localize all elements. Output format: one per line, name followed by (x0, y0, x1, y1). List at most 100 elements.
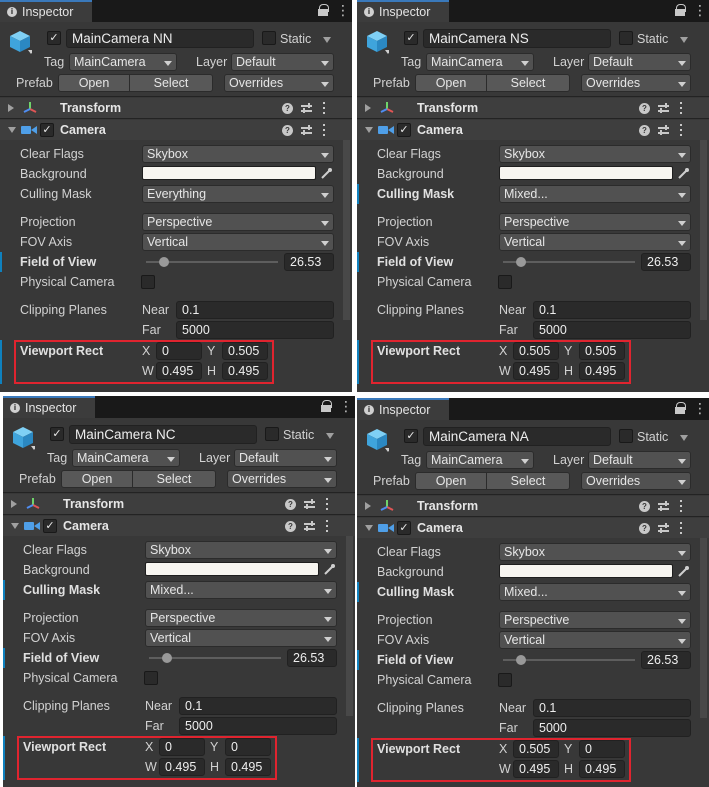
scrollbar[interactable] (346, 536, 353, 716)
fov-axis-dropdown[interactable]: Vertical (145, 629, 337, 647)
scrollbar[interactable] (700, 140, 707, 320)
menu-icon[interactable]: ⋮ (336, 2, 350, 18)
layer-dropdown[interactable]: Default (234, 449, 337, 467)
inspector-tab[interactable]: i Inspector (0, 0, 92, 22)
clear-flags-dropdown[interactable]: Skybox (499, 543, 691, 561)
projection-dropdown[interactable]: Perspective (145, 609, 337, 627)
transform-header[interactable] (0, 98, 352, 118)
fov-slider-knob[interactable] (515, 655, 526, 665)
physical-camera-checkbox[interactable] (141, 275, 155, 289)
kebab-menu-icon[interactable] (322, 102, 326, 114)
camera-enabled-checkbox[interactable]: ✓ (40, 123, 54, 137)
physical-camera-checkbox[interactable] (498, 275, 512, 289)
fov-slider-knob[interactable] (161, 653, 172, 663)
culling-mask-dropdown[interactable]: Mixed... (499, 185, 691, 203)
eyedropper-icon[interactable] (677, 167, 690, 180)
kebab-menu-icon[interactable] (325, 520, 329, 532)
culling-mask-dropdown[interactable]: Mixed... (145, 581, 337, 599)
preset-icon[interactable] (301, 103, 312, 114)
projection-dropdown[interactable]: Perspective (499, 611, 691, 629)
camera-foldout-icon[interactable] (8, 127, 16, 133)
fov-value-field[interactable]: 26.53 (284, 253, 334, 271)
help-icon[interactable]: ? (639, 103, 650, 114)
layer-dropdown[interactable]: Default (231, 53, 334, 71)
far-field[interactable]: 5000 (533, 719, 691, 737)
kebab-menu-icon[interactable] (679, 124, 683, 136)
menu-icon[interactable]: ⋮ (693, 2, 707, 18)
camera-enabled-checkbox[interactable]: ✓ (43, 519, 57, 533)
static-dropdown-icon[interactable] (680, 37, 688, 43)
help-icon[interactable]: ? (285, 521, 296, 532)
transform-header[interactable] (357, 98, 709, 118)
static-dropdown-icon[interactable] (326, 433, 334, 439)
transform-foldout-icon[interactable] (8, 104, 14, 112)
fov-slider-knob[interactable] (515, 257, 526, 267)
culling-mask-dropdown[interactable]: Everything (142, 185, 334, 203)
camera-foldout-icon[interactable] (365, 525, 373, 531)
lock-icon[interactable] (318, 4, 329, 16)
active-checkbox[interactable]: ✓ (404, 429, 418, 443)
far-field[interactable]: 5000 (176, 321, 334, 339)
tag-dropdown[interactable]: MainCamera (426, 53, 534, 71)
active-checkbox[interactable]: ✓ (47, 31, 61, 45)
active-checkbox[interactable]: ✓ (404, 31, 418, 45)
transform-header[interactable] (3, 494, 355, 514)
clear-flags-dropdown[interactable]: Skybox (142, 145, 334, 163)
background-color-field[interactable] (145, 562, 319, 576)
inspector-tab[interactable]: i Inspector (357, 0, 449, 22)
scrollbar[interactable] (343, 140, 350, 320)
tag-dropdown[interactable]: MainCamera (69, 53, 177, 71)
help-icon[interactable]: ? (282, 103, 293, 114)
transform-foldout-icon[interactable] (11, 500, 17, 508)
static-checkbox[interactable] (619, 31, 633, 45)
prefab-select-button[interactable]: Select (486, 74, 570, 92)
static-checkbox[interactable] (265, 427, 279, 441)
overrides-dropdown[interactable]: Overrides (227, 470, 337, 488)
prefab-open-button[interactable]: Open (58, 74, 130, 92)
far-field[interactable]: 5000 (179, 717, 337, 735)
layer-dropdown[interactable]: Default (588, 451, 691, 469)
clear-flags-dropdown[interactable]: Skybox (145, 541, 337, 559)
preset-icon[interactable] (658, 103, 669, 114)
lock-icon[interactable] (675, 4, 686, 16)
overrides-dropdown[interactable]: Overrides (581, 74, 691, 92)
transform-header[interactable] (357, 496, 709, 516)
transform-foldout-icon[interactable] (365, 502, 371, 510)
overrides-dropdown[interactable]: Overrides (224, 74, 334, 92)
kebab-menu-icon[interactable] (322, 124, 326, 136)
tag-dropdown[interactable]: MainCamera (72, 449, 180, 467)
kebab-menu-icon[interactable] (325, 498, 329, 510)
gameobject-cube-icon[interactable] (11, 425, 35, 451)
static-dropdown-icon[interactable] (680, 435, 688, 441)
prefab-select-button[interactable]: Select (486, 472, 570, 490)
menu-icon[interactable]: ⋮ (339, 398, 353, 414)
fov-value-field[interactable]: 26.53 (287, 649, 337, 667)
projection-dropdown[interactable]: Perspective (142, 213, 334, 231)
static-checkbox[interactable] (619, 429, 633, 443)
static-checkbox[interactable] (262, 31, 276, 45)
camera-enabled-checkbox[interactable]: ✓ (397, 123, 411, 137)
camera-foldout-icon[interactable] (365, 127, 373, 133)
near-field[interactable]: 0.1 (533, 301, 691, 319)
gameobject-name-field[interactable]: MainCamera NC (69, 425, 257, 444)
static-dropdown-icon[interactable] (323, 37, 331, 43)
help-icon[interactable]: ? (639, 501, 650, 512)
near-field[interactable]: 0.1 (533, 699, 691, 717)
prefab-open-button[interactable]: Open (415, 74, 487, 92)
culling-mask-dropdown[interactable]: Mixed... (499, 583, 691, 601)
fov-axis-dropdown[interactable]: Vertical (499, 631, 691, 649)
prefab-select-button[interactable]: Select (132, 470, 216, 488)
preset-icon[interactable] (304, 521, 315, 532)
help-icon[interactable]: ? (639, 125, 650, 136)
inspector-tab[interactable]: i Inspector (357, 398, 449, 420)
preset-icon[interactable] (658, 125, 669, 136)
scrollbar[interactable] (700, 538, 707, 718)
clear-flags-dropdown[interactable]: Skybox (499, 145, 691, 163)
active-checkbox[interactable]: ✓ (50, 427, 64, 441)
fov-axis-dropdown[interactable]: Vertical (142, 233, 334, 251)
help-icon[interactable]: ? (282, 125, 293, 136)
prefab-select-button[interactable]: Select (129, 74, 213, 92)
preset-icon[interactable] (304, 499, 315, 510)
lock-icon[interactable] (675, 402, 686, 414)
fov-axis-dropdown[interactable]: Vertical (499, 233, 691, 251)
